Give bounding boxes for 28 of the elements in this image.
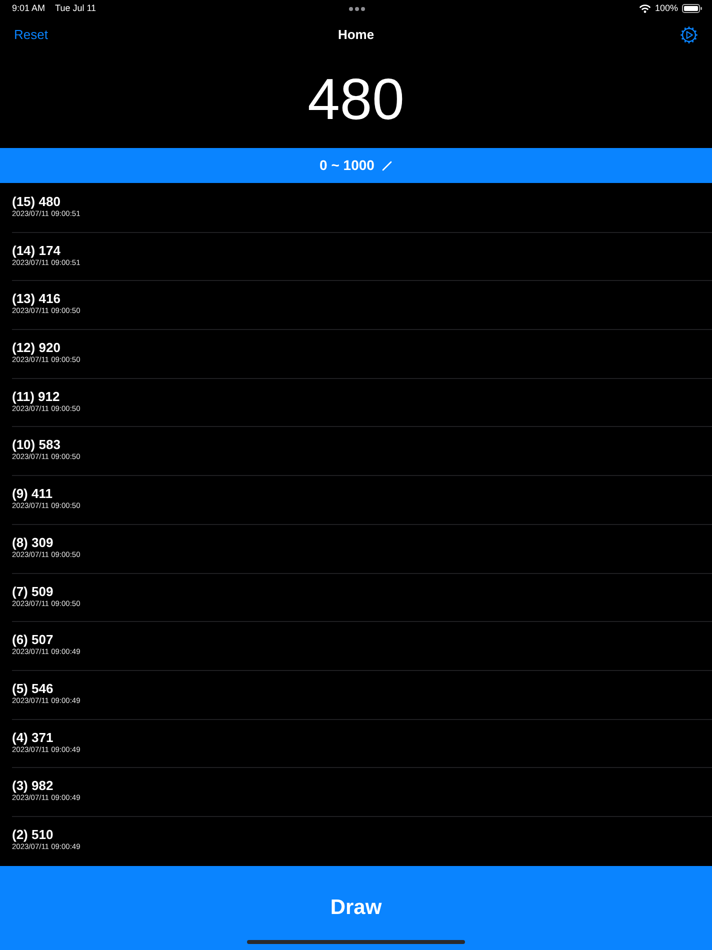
history-value: (5) 546 <box>12 680 54 696</box>
battery-icon <box>682 4 702 13</box>
history-value: (10) 583 <box>12 437 60 452</box>
history-value: (7) 509 <box>12 584 54 598</box>
page-title: Home <box>338 26 374 44</box>
draw-button[interactable]: Draw <box>0 866 712 950</box>
history-value: (3) 982 <box>12 778 54 794</box>
history-value: (2) 510 <box>12 826 54 842</box>
settings-button[interactable] <box>680 26 698 44</box>
wifi-icon <box>638 4 651 13</box>
history-value: (15) 480 <box>12 194 60 209</box>
reset-button[interactable]: Reset <box>14 24 48 44</box>
gear-play-icon <box>680 26 698 44</box>
more-dots-icon <box>349 6 365 10</box>
current-number: 480 <box>308 71 404 129</box>
history-value: (9) 411 <box>12 486 52 502</box>
history-value: (11) 912 <box>12 388 60 404</box>
status-date: Tue Jul 11 <box>55 2 96 15</box>
range-button[interactable]: 0 ~ 1000 <box>0 148 712 183</box>
battery-percent: 100% <box>654 2 678 15</box>
history-value: (4) 371 <box>12 730 54 745</box>
history-value: (8) 309 <box>12 534 54 550</box>
history-value: (12) 920 <box>12 340 60 356</box>
edit-icon <box>382 160 392 170</box>
history-value: (13) 416 <box>12 291 60 306</box>
history-value: (6) 507 <box>12 632 54 648</box>
status-time: 9:01 AM <box>12 2 46 15</box>
history-value: (14) 174 <box>12 242 60 258</box>
